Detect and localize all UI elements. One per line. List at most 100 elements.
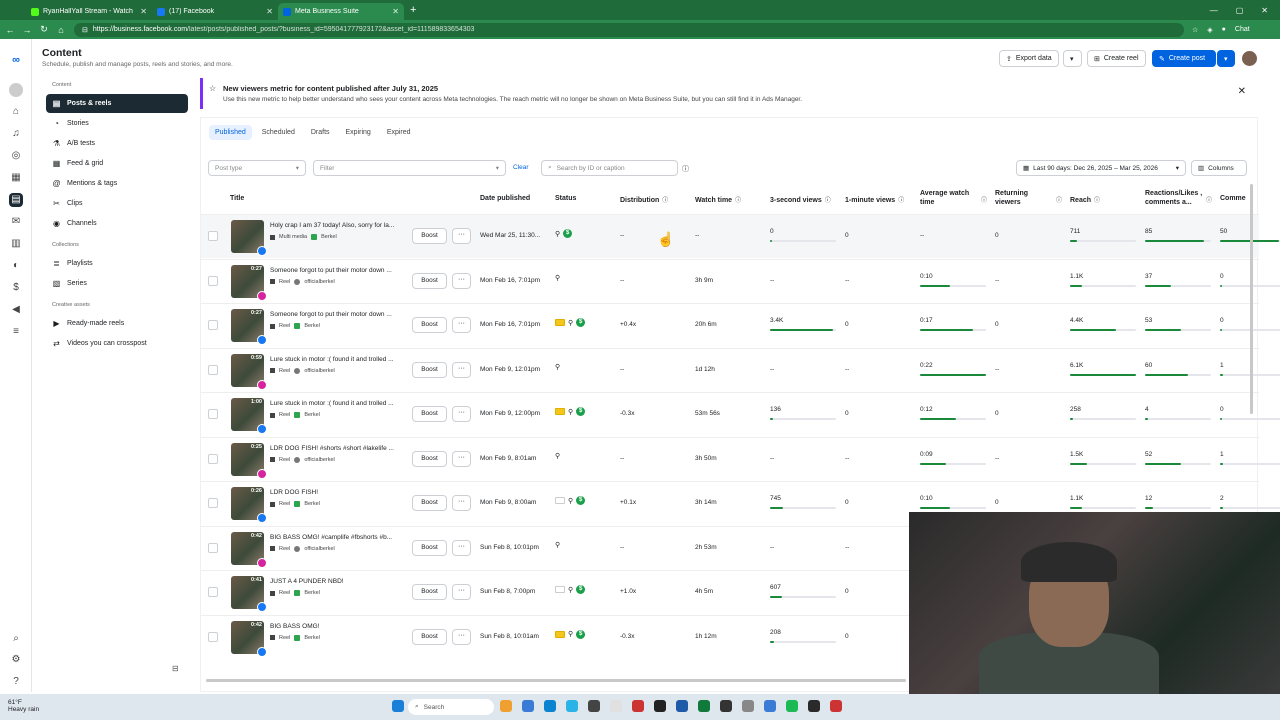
tab-scheduled[interactable]: Scheduled <box>256 125 301 140</box>
taskbar-app-icon[interactable] <box>522 700 534 712</box>
post-title[interactable]: Lure stuck in motor :( found it and trol… <box>270 400 408 407</box>
minimize-icon[interactable]: — <box>1210 6 1218 15</box>
more-options-button[interactable]: ··· <box>452 361 471 378</box>
col-reactions[interactable]: Reactions/Likes , comments a... <box>1145 189 1205 207</box>
inbox-icon[interactable]: ✉ <box>9 215 23 229</box>
taskbar-app-icon[interactable] <box>742 700 754 712</box>
col-3s-views[interactable]: 3-second views ⓘ <box>770 195 831 204</box>
col-watch-time[interactable]: Watch time ⓘ <box>695 195 741 204</box>
row-checkbox[interactable] <box>208 542 218 553</box>
create-reel-button[interactable]: ⊞ Create reel <box>1087 50 1146 67</box>
megaphone-icon[interactable]: ◀ <box>9 303 23 317</box>
post-title[interactable]: LDR DOG FISH! <box>270 489 408 496</box>
sidebar-item[interactable]: ◉ Channels <box>46 214 188 233</box>
sidebar-item[interactable]: ▤ Posts & reels <box>46 94 188 113</box>
col-distribution[interactable]: Distribution ⓘ <box>620 195 668 204</box>
table-row[interactable]: 0:27 Someone forgot to put their motor do… <box>201 258 1280 303</box>
tab-expired[interactable]: Expired <box>381 125 417 140</box>
bookmark-star-icon[interactable]: ☆ <box>1192 26 1198 34</box>
planner-icon[interactable]: ◎ <box>9 149 23 163</box>
taskbar-app-icon[interactable] <box>566 700 578 712</box>
new-tab-button[interactable]: + <box>410 4 416 16</box>
table-row[interactable]: Holy crap I am 37 today! Also, sorry for… <box>201 214 1280 258</box>
row-checkbox[interactable] <box>208 498 218 508</box>
post-title[interactable]: Someone forgot to put their motor down .… <box>270 311 408 318</box>
close-tab-icon[interactable]: ✕ <box>392 7 399 16</box>
more-options-button[interactable]: ··· <box>452 317 471 333</box>
row-checkbox[interactable] <box>208 320 218 330</box>
insights-icon[interactable]: ▥ <box>9 237 23 251</box>
col-avg-watch[interactable]: Average watch time <box>920 189 982 207</box>
info-icon[interactable]: ⓘ <box>682 164 689 174</box>
post-title[interactable]: LDR DOG FISH! #shorts #short #lakelife .… <box>270 445 408 452</box>
sidebar-item[interactable]: ⇄ Videos you can crosspost <box>46 334 188 353</box>
row-checkbox[interactable] <box>208 631 218 642</box>
all-tools-icon[interactable]: ≡ <box>9 325 23 339</box>
meta-logo-icon[interactable]: ∞ <box>9 53 23 67</box>
boost-button[interactable]: Boost <box>412 317 447 333</box>
create-post-dropdown[interactable]: ▾ <box>1217 50 1235 67</box>
search-input[interactable]: ⌕ Search by ID or caption <box>541 160 678 176</box>
sidebar-item[interactable]: ✂ Clips <box>46 194 188 213</box>
weather-widget[interactable]: 61°F Heavy rain <box>8 699 39 713</box>
col-comments[interactable]: Comme <box>1220 195 1246 202</box>
row-checkbox[interactable] <box>208 409 218 419</box>
post-thumbnail[interactable]: 0:42 <box>231 620 267 657</box>
forward-icon[interactable]: → <box>20 25 34 35</box>
row-checkbox[interactable] <box>208 453 218 464</box>
reload-icon[interactable]: ↻ <box>37 24 51 35</box>
table-row[interactable]: 0:25 LDR DOG FISH! #shorts #short #lakeli… <box>201 436 1280 481</box>
more-options-button[interactable]: ··· <box>452 628 471 645</box>
search-nav-icon[interactable]: ⌕ <box>9 632 23 646</box>
col-date-published[interactable]: Date published <box>480 195 530 202</box>
table-row[interactable]: 0:59 Lure stuck in motor :( found it and … <box>201 347 1280 392</box>
back-icon[interactable]: ← <box>3 25 17 35</box>
browser-tab[interactable]: Meta Business Suite ✕ <box>278 3 404 20</box>
browser-tab[interactable]: (17) Facebook ✕ <box>152 3 278 20</box>
sidebar-item[interactable]: ▶ Ready-made reels <box>46 314 188 333</box>
boost-button[interactable]: Boost <box>412 539 447 556</box>
vertical-scrollbar[interactable] <box>1250 184 1253 414</box>
post-title[interactable]: BIG BASS OMG! #camplife #fbshorts #b... <box>270 534 408 541</box>
windows-start-icon[interactable] <box>392 700 404 712</box>
post-thumbnail[interactable]: 0:26 <box>231 487 267 523</box>
post-thumbnail[interactable]: 1:00 <box>231 398 267 434</box>
help-icon[interactable]: ? <box>9 675 23 689</box>
taskbar-app-icon[interactable] <box>544 700 556 712</box>
taskbar-app-icon[interactable] <box>588 700 600 712</box>
row-checkbox[interactable] <box>208 364 218 375</box>
date-range-button[interactable]: ▦ Last 90 days: Dec 26, 2025 – Mar 25, 20… <box>1016 160 1186 176</box>
ads-icon[interactable]: ◐ <box>9 259 23 273</box>
user-avatar[interactable] <box>1242 51 1257 66</box>
filter-select[interactable]: Filter ▾ <box>313 160 506 176</box>
post-type-select[interactable]: Post type ▾ <box>208 160 306 176</box>
close-tab-icon[interactable]: ✕ <box>140 7 147 16</box>
taskbar-search[interactable]: ⌕ Search <box>408 699 494 715</box>
taskbar-app-icon[interactable] <box>786 700 798 712</box>
close-tab-icon[interactable]: ✕ <box>266 7 273 16</box>
sidebar-item[interactable]: ⚗ A/B tests <box>46 134 188 153</box>
col-title[interactable]: Title <box>230 195 244 202</box>
post-title[interactable]: Someone forgot to put their motor down .… <box>270 267 408 274</box>
boost-button[interactable]: Boost <box>412 406 447 422</box>
col-1m-views[interactable]: 1-minute views ⓘ <box>845 195 904 204</box>
create-post-button[interactable]: ✎ Create post <box>1152 50 1216 67</box>
notifications-icon[interactable]: ♫ <box>9 127 23 141</box>
more-options-button[interactable]: ··· <box>452 406 471 422</box>
export-dropdown-button[interactable]: ▾ <box>1063 50 1082 67</box>
taskbar-app-icon[interactable] <box>720 700 732 712</box>
site-info-icon[interactable]: ⊟ <box>82 26 88 34</box>
col-status[interactable]: Status <box>555 195 576 202</box>
sidebar-item[interactable]: ◔ Stories <box>46 114 188 133</box>
table-row[interactable]: 1:00 Lure stuck in motor :( found it and … <box>201 392 1280 436</box>
close-window-icon[interactable]: ✕ <box>1261 6 1268 15</box>
post-thumbnail[interactable]: 0:41 <box>231 576 267 612</box>
taskbar-app-icon[interactable] <box>764 700 776 712</box>
boost-button[interactable]: Boost <box>412 450 447 467</box>
settings-gear-icon[interactable]: ⚙ <box>9 653 23 667</box>
home-icon[interactable]: ⌂ <box>54 25 68 35</box>
post-thumbnail[interactable] <box>231 220 267 256</box>
row-checkbox[interactable] <box>208 231 218 241</box>
row-checkbox[interactable] <box>208 275 218 286</box>
taskbar-app-icon[interactable] <box>808 700 820 712</box>
